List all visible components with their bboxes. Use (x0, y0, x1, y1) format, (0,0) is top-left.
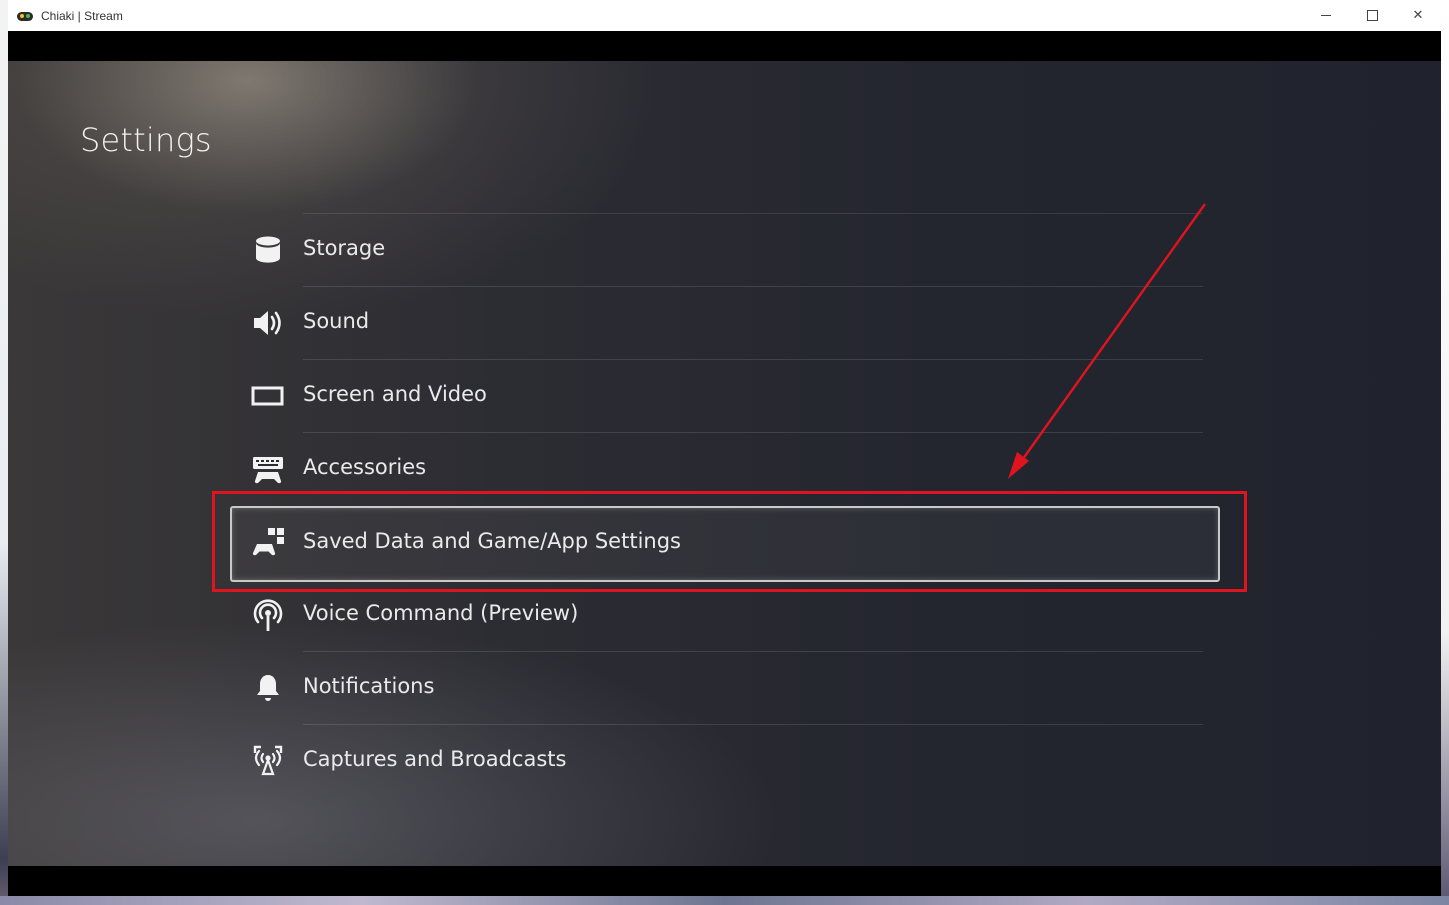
storage-icon (256, 236, 280, 263)
maximize-icon (1366, 9, 1378, 21)
minimize-button[interactable] (1303, 0, 1349, 30)
bell-icon (257, 675, 279, 701)
chiaki-window: Chiaki | Stream ✕ Settings Storage Sound… (8, 0, 1441, 896)
menu-item-screen-and-video[interactable]: Screen and Video (230, 360, 1218, 433)
settings-menu: Storage Sound Screen and Video Accessori… (8, 61, 1441, 866)
close-button[interactable]: ✕ (1395, 0, 1441, 30)
menu-item-captures-and-broadcasts[interactable]: Captures and Broadcasts (230, 725, 1218, 798)
menu-item-label: Screen and Video (303, 382, 487, 406)
menu-item-storage[interactable]: Storage (230, 214, 1218, 287)
title-bar[interactable]: Chiaki | Stream ✕ (8, 0, 1441, 32)
menu-item-notifications[interactable]: Notifications (230, 652, 1218, 725)
window-controls: ✕ (1303, 0, 1441, 30)
menu-item-label: Accessories (303, 455, 427, 479)
chiaki-app-icon (17, 10, 33, 22)
menu-item-label: Captures and Broadcasts (303, 747, 567, 771)
menu-item-label: Voice Command (Preview) (303, 601, 579, 625)
voice-command-icon (253, 599, 283, 631)
desktop-bottom-edge (0, 896, 1449, 905)
menu-item-label: Storage (303, 236, 386, 260)
maximize-button[interactable] (1349, 0, 1395, 30)
minimize-icon (1321, 14, 1331, 16)
window-title: Chiaki | Stream (41, 8, 123, 23)
desktop-left-edge (0, 0, 8, 905)
menu-item-sound[interactable]: Sound (230, 287, 1218, 360)
annotation-highlight-box (212, 491, 1247, 592)
accessories-icon (253, 457, 283, 484)
stream-view[interactable]: Settings Storage Sound Screen and Video … (8, 61, 1441, 866)
menu-item-label: Notifications (303, 674, 435, 698)
screen-icon (251, 386, 284, 406)
letterbox-top (8, 31, 1441, 61)
desktop-right-edge (1441, 0, 1449, 905)
broadcast-icon (253, 745, 283, 776)
close-icon: ✕ (1412, 7, 1424, 23)
menu-item-label: Sound (303, 309, 370, 333)
speaker-icon (254, 311, 281, 335)
letterbox-bottom (8, 866, 1441, 896)
